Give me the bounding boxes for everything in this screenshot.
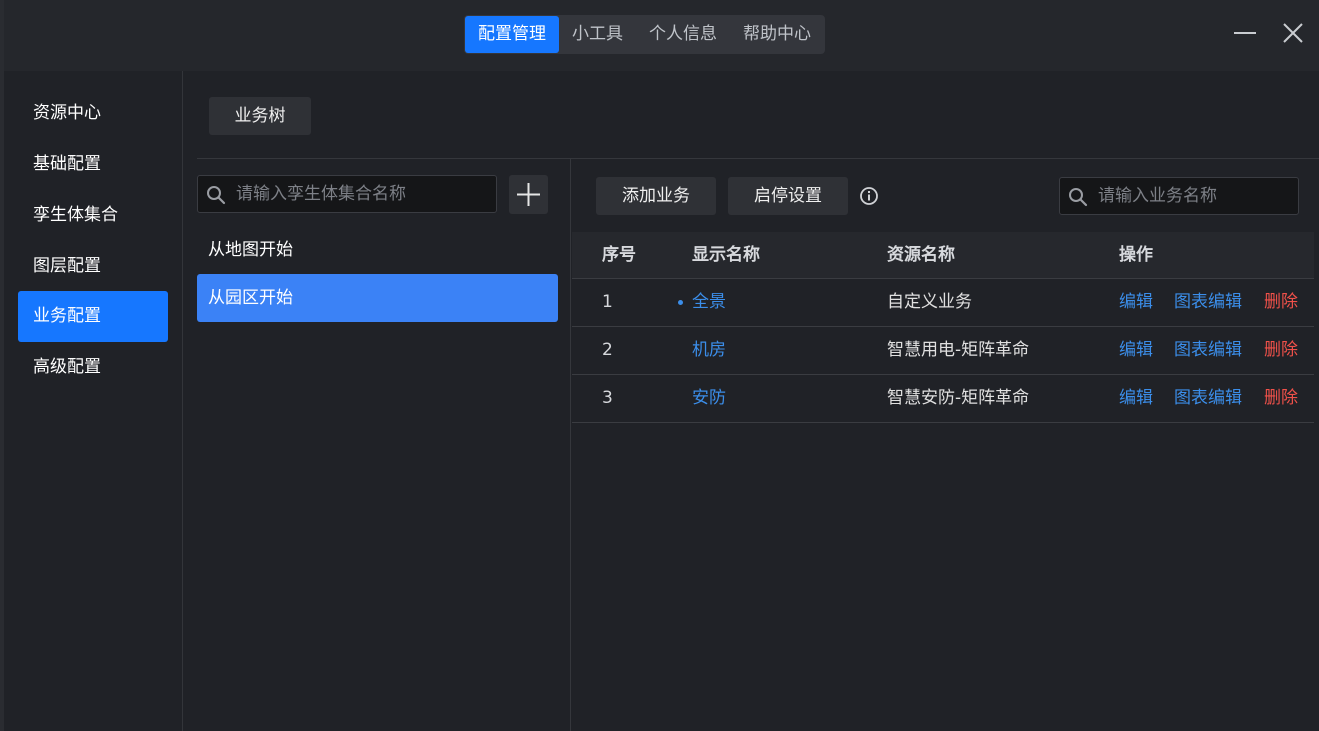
chart-edit-link[interactable]: 图表编辑 — [1174, 279, 1242, 326]
twin-search-input[interactable] — [236, 176, 486, 212]
delete-link[interactable]: 删除 — [1264, 279, 1298, 326]
row-resource-name: 智慧安防-矩阵革命 — [887, 388, 1030, 408]
search-icon — [1069, 188, 1088, 207]
row-index: 2 — [602, 340, 613, 360]
row-display-name[interactable]: 机房 — [692, 327, 726, 374]
table-header: 序号 显示名称 资源名称 操作 — [572, 232, 1314, 279]
row-index: 3 — [602, 388, 613, 408]
search-icon — [207, 186, 226, 205]
chart-edit-link[interactable]: 图表编辑 — [1174, 375, 1242, 422]
header-resource-name: 资源名称 — [887, 245, 955, 265]
toggle-settings-button[interactable]: 启停设置 — [728, 177, 848, 215]
info-icon[interactable] — [859, 186, 879, 206]
divider — [197, 158, 1319, 159]
current-indicator — [678, 300, 683, 305]
header-actions: 操作 — [1119, 245, 1153, 265]
business-table: 序号 显示名称 资源名称 操作 1 全景 自定义业务 编辑 图表编辑 删除 2 … — [572, 232, 1314, 423]
table-row: 3 安防 智慧安防-矩阵革命 编辑 图表编辑 删除 — [572, 375, 1314, 423]
add-business-button[interactable]: 添加业务 — [596, 177, 716, 215]
sidebar-item-resource-center[interactable]: 资源中心 — [18, 88, 168, 139]
sidebar-item-layer-config[interactable]: 图层配置 — [18, 241, 168, 292]
sidebar-item-twin-collection[interactable]: 孪生体集合 — [18, 190, 168, 241]
close-icon[interactable] — [1280, 20, 1306, 46]
sidebar: 资源中心 基础配置 孪生体集合 图层配置 业务配置 高级配置 — [4, 71, 183, 731]
delete-link[interactable]: 删除 — [1264, 327, 1298, 374]
chart-edit-link[interactable]: 图表编辑 — [1174, 327, 1242, 374]
table-row: 2 机房 智慧用电-矩阵革命 编辑 图表编辑 删除 — [572, 327, 1314, 375]
row-display-name[interactable]: 全景 — [692, 279, 726, 326]
edit-link[interactable]: 编辑 — [1119, 279, 1153, 326]
sidebar-item-advanced-config[interactable]: 高级配置 — [18, 342, 168, 393]
plus-icon — [517, 183, 540, 206]
row-display-name[interactable]: 安防 — [692, 375, 726, 422]
tree-item-from-park[interactable]: 从园区开始 — [197, 274, 558, 322]
row-resource-name: 自定义业务 — [887, 292, 972, 312]
tab-personal-info[interactable]: 个人信息 — [636, 16, 730, 53]
title-bar: 配置管理 小工具 个人信息 帮助中心 — [4, 0, 1319, 71]
tab-help-center[interactable]: 帮助中心 — [730, 16, 824, 53]
header-index: 序号 — [602, 245, 636, 265]
edit-link[interactable]: 编辑 — [1119, 375, 1153, 422]
delete-link[interactable]: 删除 — [1264, 375, 1298, 422]
tab-business-tree[interactable]: 业务树 — [209, 97, 311, 135]
divider — [570, 159, 571, 731]
table-row: 1 全景 自定义业务 编辑 图表编辑 删除 — [572, 279, 1314, 327]
top-tab-bar: 配置管理 小工具 个人信息 帮助中心 — [464, 15, 825, 54]
add-tree-button[interactable] — [509, 175, 548, 214]
edit-link[interactable]: 编辑 — [1119, 327, 1153, 374]
business-search-box — [1059, 177, 1299, 215]
sidebar-item-basic-config[interactable]: 基础配置 — [18, 139, 168, 190]
minimize-icon[interactable] — [1232, 20, 1258, 46]
business-search-input[interactable] — [1098, 178, 1294, 214]
main-content: 业务树 从地图开始 从园区开始 添加业务 启停设置 — [183, 71, 1319, 731]
tab-config-management[interactable]: 配置管理 — [465, 16, 559, 53]
twin-search-box — [197, 175, 497, 213]
tree-item-from-map[interactable]: 从地图开始 — [197, 226, 558, 274]
row-index: 1 — [602, 292, 613, 312]
sidebar-item-business-config[interactable]: 业务配置 — [18, 291, 168, 342]
row-resource-name: 智慧用电-矩阵革命 — [887, 340, 1030, 360]
tab-tools[interactable]: 小工具 — [559, 16, 636, 53]
app-window: 配置管理 小工具 个人信息 帮助中心 资源中心 基础配置 孪生体集合 图层配置 … — [4, 0, 1319, 731]
header-display-name: 显示名称 — [692, 245, 760, 265]
